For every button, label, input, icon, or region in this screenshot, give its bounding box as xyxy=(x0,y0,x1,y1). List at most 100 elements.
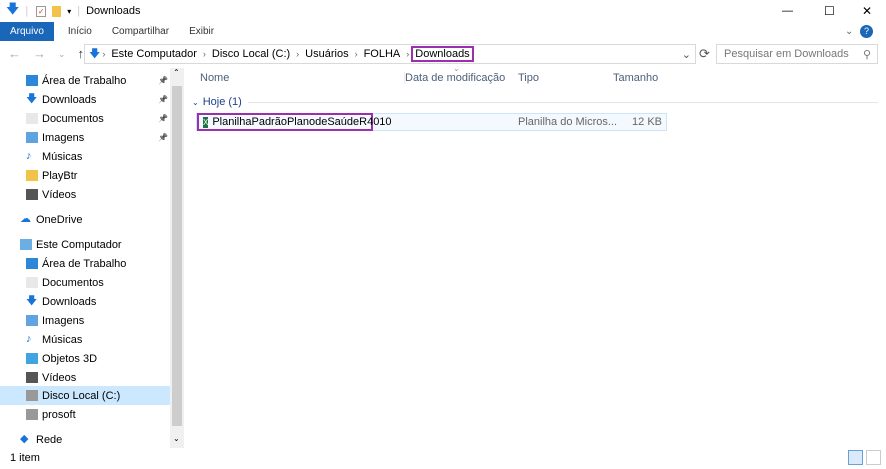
sidebar-item-label: Área de Trabalho xyxy=(42,74,127,87)
sidebar-item-objetos-3d[interactable]: Objetos 3D xyxy=(0,349,170,368)
properties-icon[interactable]: ✓ xyxy=(36,5,47,17)
sidebar-item-rede[interactable]: ◆ Rede xyxy=(0,430,170,449)
sidebar-item-downloads[interactable]: 🡇 Downloads xyxy=(0,292,170,311)
download-icon[interactable]: 🡇 xyxy=(6,0,19,22)
breadcrumb-este-computador[interactable]: Este Computador xyxy=(111,48,197,60)
search-input[interactable]: Pesquisar em Downloads ⚲ xyxy=(716,44,878,64)
videos-icon xyxy=(26,372,38,383)
pictures-icon xyxy=(26,315,38,326)
file-row[interactable]: X PlanilhaPadrãoPlanodeSaúdeR4010 Planil… xyxy=(196,113,667,131)
details-view-button[interactable] xyxy=(848,450,863,465)
scroll-up[interactable]: ⌃ xyxy=(173,68,180,77)
tab-exibir[interactable]: Exibir xyxy=(179,22,224,41)
desktop-icon xyxy=(26,258,38,269)
folder-icon xyxy=(26,170,38,181)
tab-arquivo[interactable]: Arquivo xyxy=(0,22,54,41)
sidebar-item-label: Músicas xyxy=(42,150,83,163)
expand-ribbon-icon[interactable]: ⌄ xyxy=(845,26,853,37)
music-icon: ♪ xyxy=(26,150,32,162)
file-size: 12 KB xyxy=(632,116,662,128)
cube-icon xyxy=(26,353,38,364)
sidebar-item-label: prosoft xyxy=(42,408,76,421)
file-type: Planilha do Micros... xyxy=(518,116,618,128)
sidebar-item-onedrive[interactable]: ☁ OneDrive xyxy=(0,210,170,229)
pin-icon[interactable]: 📌 xyxy=(158,95,168,104)
computer-icon xyxy=(20,239,32,250)
tab-compartilhar[interactable]: Compartilhar xyxy=(102,22,179,41)
close-button[interactable]: ✕ xyxy=(862,4,872,18)
breadcrumb-disco-local[interactable]: Disco Local (C:) xyxy=(212,48,290,60)
sidebar-item-este-computador[interactable]: Este Computador xyxy=(0,235,170,254)
maximize-button[interactable]: ☐ xyxy=(824,4,835,18)
column-data[interactable]: Data de modificação xyxy=(404,72,505,84)
forward-button[interactable]: → xyxy=(33,46,46,62)
sidebar-item-documentos[interactable]: Documentos xyxy=(0,273,170,292)
pin-icon[interactable]: 📌 xyxy=(158,114,168,123)
sidebar-item-imagens[interactable]: Imagens 📌 xyxy=(0,128,170,147)
scrollbar-thumb[interactable] xyxy=(172,86,182,426)
sidebar-item-label: Rede xyxy=(36,433,63,446)
documents-icon xyxy=(26,277,38,288)
sidebar-item-label: Documentos xyxy=(42,112,104,125)
sidebar-item-m-sicas[interactable]: ♪ Músicas xyxy=(0,147,170,166)
sidebar-item-label: Área de Trabalho xyxy=(42,257,127,270)
sidebar-item-label: Imagens xyxy=(42,131,85,144)
sidebar-item-disco-local-c-[interactable]: Disco Local (C:) xyxy=(0,386,170,405)
sidebar-item--rea-de-trabalho[interactable]: Área de Trabalho xyxy=(0,254,170,273)
address-dropdown[interactable]: ⌄ xyxy=(682,48,691,61)
network-icon: ◆ xyxy=(20,433,29,445)
sidebar-item-label: Este Computador xyxy=(36,238,122,251)
column-nome[interactable]: Nome xyxy=(200,72,229,84)
sidebar-item-v-deos[interactable]: Vídeos xyxy=(0,185,170,204)
sidebar-item-label: PlayBtr xyxy=(42,169,78,182)
sidebar-item-label: Downloads xyxy=(42,295,97,308)
tab-inicio[interactable]: Início xyxy=(58,22,102,41)
sidebar-item-label: Disco Local (C:) xyxy=(42,389,121,402)
breadcrumb-usuarios[interactable]: Usuários xyxy=(305,48,348,60)
chevron-down-icon: ⌄ xyxy=(192,97,199,107)
pin-icon[interactable]: 📌 xyxy=(158,133,168,142)
sidebar-item-label: Músicas xyxy=(42,333,83,346)
sidebar-item-playbtr[interactable]: PlayBtr xyxy=(0,166,170,185)
sidebar-item-documentos[interactable]: Documentos 📌 xyxy=(0,109,170,128)
sidebar-item-prosoft[interactable]: prosoft xyxy=(0,405,170,424)
refresh-button[interactable]: ⟳ xyxy=(699,46,710,62)
sidebar-item--rea-de-trabalho[interactable]: Área de Trabalho 📌 xyxy=(0,71,170,90)
sidebar-item-label: OneDrive xyxy=(36,213,83,226)
sidebar-item-m-sicas[interactable]: ♪ Músicas xyxy=(0,330,170,349)
sidebar-item-label: Vídeos xyxy=(42,188,77,201)
pin-icon[interactable]: 📌 xyxy=(158,76,168,85)
large-icons-view-button[interactable] xyxy=(866,450,881,465)
back-button[interactable]: ← xyxy=(8,46,21,62)
recent-dropdown[interactable]: ⌄ xyxy=(58,46,66,62)
scroll-down[interactable]: ⌄ xyxy=(173,434,180,443)
column-tipo[interactable]: Tipo xyxy=(518,72,539,84)
breadcrumb-downloads[interactable]: Downloads xyxy=(411,46,474,62)
group-header[interactable]: ⌄ Hoje (1) xyxy=(192,96,878,108)
drive-icon xyxy=(26,409,38,420)
sidebar-item-label: Downloads xyxy=(42,93,97,106)
sidebar-item-downloads[interactable]: 🡇 Downloads 📌 xyxy=(0,90,170,109)
window-title: Downloads xyxy=(86,5,141,17)
desktop-icon xyxy=(26,75,38,86)
quick-access-dropdown[interactable]: ▾ xyxy=(67,7,71,16)
sidebar-item-label: Vídeos xyxy=(42,371,77,384)
title-bar: 🡇 | ✓ ▾ | Downloads — ☐ ✕ xyxy=(0,0,886,22)
excel-icon: X xyxy=(203,116,209,128)
search-icon: ⚲ xyxy=(862,49,871,61)
sidebar-item-v-deos[interactable]: Vídeos xyxy=(0,368,170,387)
minimize-button[interactable]: — xyxy=(782,5,793,17)
sort-indicator-icon: ⌄ xyxy=(453,64,460,73)
breadcrumb-folha[interactable]: FOLHA xyxy=(364,48,401,60)
help-icon[interactable]: ? xyxy=(860,25,873,38)
music-icon: ♪ xyxy=(26,333,32,345)
column-tamanho[interactable]: Tamanho xyxy=(613,72,658,84)
cloud-icon: ☁ xyxy=(20,213,31,225)
ribbon-tabs: Arquivo Início Compartilhar Exibir ⌄ ? xyxy=(0,22,886,41)
sidebar-item-imagens[interactable]: Imagens xyxy=(0,311,170,330)
file-name: PlanilhaPadrãoPlanodeSaúdeR4010 xyxy=(212,116,392,128)
videos-icon xyxy=(26,189,38,200)
folder-icon[interactable] xyxy=(52,5,62,17)
address-bar[interactable]: 🡇 › Este Computador › Disco Local (C:) › Us… xyxy=(84,44,696,64)
documents-icon xyxy=(26,113,38,124)
